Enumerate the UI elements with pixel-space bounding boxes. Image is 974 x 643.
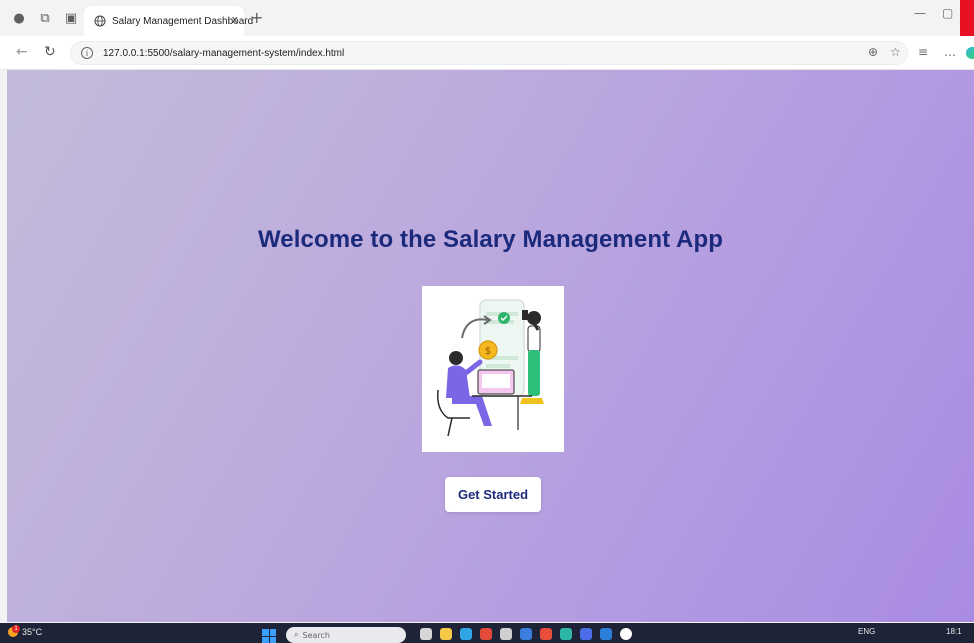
workspaces-icon[interactable]: ⧉	[36, 9, 54, 27]
svg-text:$: $	[485, 346, 491, 357]
app-icon-teal[interactable]	[560, 628, 572, 640]
edge-icon[interactable]	[966, 47, 974, 59]
clock[interactable]: 18:1	[946, 627, 962, 636]
url-text[interactable]: 127.0.0.1:5500/salary-management-system/…	[103, 48, 344, 59]
taskbar: 1 35°C ⌕ Search ENG 18:1	[0, 623, 974, 643]
browser-window: ● ⧉ ▣ Salary Management Dashboard x + — …	[0, 0, 974, 643]
zoom-icon[interactable]: ⊕	[868, 45, 878, 59]
app-icon-indigo[interactable]	[580, 628, 592, 640]
address-bar-row: ← ↻ i 127.0.0.1:5500/salary-management-s…	[0, 36, 974, 70]
info-icon[interactable]: i	[81, 47, 93, 59]
refresh-icon[interactable]: ↻	[44, 44, 56, 60]
tab-actions-icon[interactable]: ▣	[62, 9, 80, 27]
temperature: 35°C	[22, 627, 43, 637]
tab-salary-dashboard[interactable]: Salary Management Dashboard x	[84, 6, 253, 36]
chrome-icon[interactable]	[540, 628, 552, 640]
window-close-button[interactable]	[960, 0, 974, 36]
salary-payment-illustration: $	[422, 286, 564, 452]
task-view-icon[interactable]	[420, 628, 432, 640]
edge-taskbar-icon[interactable]	[460, 628, 472, 640]
taskbar-search[interactable]: ⌕ Search	[286, 627, 406, 643]
globe-icon	[94, 15, 106, 27]
close-tab-icon[interactable]: x	[231, 13, 238, 26]
tab-strip: ● ⧉ ▣ Salary Management Dashboard x + — …	[0, 0, 974, 36]
back-icon[interactable]: ←	[16, 44, 28, 60]
profile-icon[interactable]: ●	[10, 9, 28, 27]
get-started-button[interactable]: Get Started	[445, 477, 541, 512]
collections-icon[interactable]: ≡	[918, 45, 928, 59]
app-icon-blue[interactable]	[520, 628, 532, 640]
new-tab-button[interactable]: +	[250, 8, 263, 27]
windows-start-icon[interactable]	[262, 629, 276, 643]
page-heading: Welcome to the Salary Management App	[257, 226, 724, 253]
app-icon-white[interactable]	[620, 628, 632, 640]
search-icon: ⌕	[294, 630, 299, 639]
store-icon[interactable]	[500, 628, 512, 640]
address-bar[interactable]: i 127.0.0.1:5500/salary-management-syste…	[70, 41, 908, 65]
vscode-icon[interactable]	[600, 628, 612, 640]
restore-icon[interactable]: ▢	[942, 6, 953, 20]
search-placeholder: Search	[302, 630, 330, 640]
weather-widget[interactable]: 1 35°C	[8, 625, 43, 637]
favorite-icon[interactable]: ☆	[890, 45, 901, 59]
language-indicator[interactable]: ENG	[858, 627, 875, 636]
file-explorer-icon[interactable]	[440, 628, 452, 640]
minimize-icon[interactable]: —	[914, 6, 926, 20]
weather-sun-icon: 1	[8, 625, 20, 637]
app-icon-red[interactable]	[480, 628, 492, 640]
more-icon[interactable]: …	[944, 45, 956, 59]
page-viewport: Welcome to the Salary Management App $ G…	[7, 70, 974, 622]
weather-badge: 1	[12, 625, 20, 633]
